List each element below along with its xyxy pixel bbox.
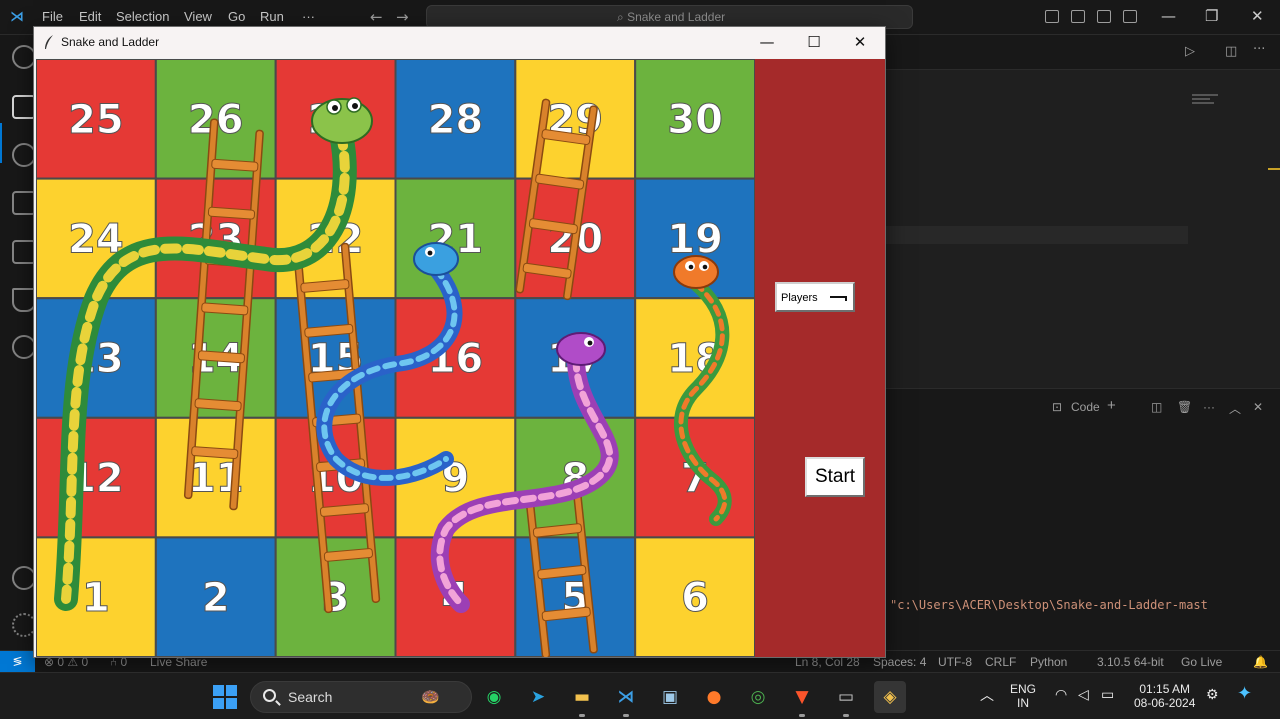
new-terminal-icon[interactable]: + <box>1107 397 1116 414</box>
close-panel-icon[interactable]: ✕ <box>1253 400 1263 414</box>
search-icon <box>263 689 276 702</box>
game-titlebar[interactable]: Snake and Ladder — ☐ ✕ <box>34 27 885 58</box>
vscode-minimize-icon[interactable]: — <box>1161 7 1176 25</box>
remote-indicator-icon[interactable]: ≶ <box>0 651 35 673</box>
vscode-restore-icon[interactable]: ❐ <box>1205 7 1218 25</box>
close-icon[interactable]: ✕ <box>840 31 880 53</box>
encoding-status[interactable]: UTF-8 <box>938 655 972 669</box>
windows-taskbar: Search 🍩 ◉ ➤ ▬ ⋊ ▣ ● ◎ ▼ ▭ ◈ ︿ ENG IN ◠ … <box>0 672 1280 719</box>
editor-area[interactable] <box>885 35 1280 388</box>
terminal-output-line: "c:\Users\ACER\Desktop\Snake-and-Ladder-… <box>890 598 1208 612</box>
menu-edit[interactable]: Edit <box>79 9 101 24</box>
forward-arrow-icon[interactable]: → <box>396 8 409 26</box>
wifi-icon[interactable]: ◠ <box>1055 686 1067 703</box>
menu-run[interactable]: Run <box>260 9 284 24</box>
menu-selection[interactable]: Selection <box>116 9 169 24</box>
language-indicator[interactable]: ENG IN <box>1010 682 1036 710</box>
taskbar-search[interactable]: Search 🍩 <box>250 681 472 713</box>
option-menu-indicator-icon <box>830 296 847 301</box>
vscode-logo-icon: ⋊ <box>10 9 24 25</box>
kill-terminal-icon[interactable]: 🗑 <box>1177 400 1192 414</box>
eol-status[interactable]: CRLF <box>985 655 1016 669</box>
maximize-icon[interactable]: ☐ <box>794 31 834 53</box>
run-python-icon[interactable]: ▷ <box>1185 44 1195 59</box>
current-line-highlight <box>885 226 1188 244</box>
minimap[interactable] <box>1192 92 1222 106</box>
game-window-title: Snake and Ladder <box>61 35 160 49</box>
photos-icon[interactable]: ▣ <box>654 681 686 713</box>
board-cell-number: 28 <box>428 97 484 143</box>
scrollbar-marker <box>1268 168 1280 170</box>
game-window: Snake and Ladder — ☐ ✕ 25262728293024232… <box>33 26 886 658</box>
file-explorer-icon[interactable]: ▬ <box>566 681 598 717</box>
python-tk-taskbar-icon[interactable]: ◈ <box>874 681 906 713</box>
split-terminal-icon[interactable]: ◫ <box>1151 400 1162 414</box>
board-cell-number: 2 <box>202 575 230 621</box>
menu-more[interactable]: ··· <box>302 9 315 24</box>
interpreter-status[interactable]: 3.10.5 64-bit <box>1097 655 1164 669</box>
menu-go[interactable]: Go <box>228 9 245 24</box>
telegram-icon[interactable]: ➤ <box>522 681 554 713</box>
start-button[interactable]: Start <box>805 457 865 497</box>
show-hidden-icons-icon[interactable]: ︿ <box>980 685 994 705</box>
chrome-icon[interactable]: ◎ <box>742 681 774 713</box>
menu-file[interactable]: File <box>42 9 63 24</box>
players-label: Players <box>781 292 818 304</box>
vscode-taskbar-icon[interactable]: ⋊ <box>610 681 642 717</box>
command-center-label: ⌕ Snake and Ladder <box>617 10 726 24</box>
clock-date: 08-06-2024 <box>1134 696 1196 710</box>
region-code: IN <box>1017 696 1029 710</box>
board-cell-number: 25 <box>68 97 124 143</box>
tk-feather-icon <box>45 35 53 49</box>
go-live-status[interactable]: Go Live <box>1181 655 1222 669</box>
players-menu-button[interactable]: Players <box>775 282 855 312</box>
notification-icon[interactable]: ⚙ <box>1206 686 1219 703</box>
board-svg: 2526272829302423222120191314151617181211… <box>36 59 755 657</box>
editor-tab-bar: ▷ ◫ ··· <box>885 35 1280 70</box>
clock[interactable]: 01:15 AM 08-06-2024 <box>1134 682 1195 710</box>
whatsapp-icon[interactable]: ◉ <box>478 681 510 713</box>
language-mode-status[interactable]: Python <box>1030 655 1067 669</box>
terminal-profile-label[interactable]: Code <box>1071 400 1100 414</box>
menu-view[interactable]: View <box>184 9 212 24</box>
active-indicator <box>0 123 2 163</box>
notifications-bell-icon[interactable]: 🔔 <box>1253 655 1268 669</box>
brave-icon[interactable]: ▼ <box>786 681 818 717</box>
toggle-secondary-sidebar-icon[interactable] <box>1097 10 1111 23</box>
clock-time: 01:15 AM <box>1139 682 1191 696</box>
terminal-taskbar-icon[interactable]: ▭ <box>830 681 862 717</box>
search-highlight-icon: 🍩 <box>421 688 440 706</box>
command-center-title: Snake and Ladder <box>627 10 726 24</box>
windows-start-icon[interactable] <box>213 685 237 709</box>
copilot-icon[interactable]: ✦ <box>1237 683 1252 704</box>
back-arrow-icon[interactable]: ← <box>370 8 383 26</box>
game-canvas: 2526272829302423222120191314151617181211… <box>36 59 885 657</box>
terminal-icon: ⊡ <box>1052 400 1063 414</box>
board-cell-number: 1 <box>82 575 110 621</box>
volume-icon[interactable]: ◁ <box>1078 686 1089 703</box>
toggle-panel-icon[interactable] <box>1071 10 1085 23</box>
more-actions-icon[interactable]: ··· <box>1253 42 1265 57</box>
language-code: ENG <box>1010 682 1037 696</box>
minimize-icon[interactable]: — <box>747 31 787 53</box>
game-board: 2526272829302423222120191314151617181211… <box>36 59 755 657</box>
panel-more-icon[interactable]: ··· <box>1203 400 1215 414</box>
terminal-panel: ⊡ Code + ◫ 🗑 ··· ︿ ✕ "c:\Users\ACER\Desk… <box>885 388 1280 650</box>
battery-icon[interactable]: ▭ <box>1101 686 1114 703</box>
search-placeholder: Search <box>288 689 333 705</box>
board-cell-number: 30 <box>667 97 723 143</box>
board-cell-number: 6 <box>681 575 709 621</box>
customize-layout-icon[interactable] <box>1123 10 1137 23</box>
firefox-icon[interactable]: ● <box>698 681 730 713</box>
vscode-close-icon[interactable]: ✕ <box>1251 7 1264 25</box>
toggle-sidebar-icon[interactable] <box>1045 10 1059 23</box>
split-editor-icon[interactable]: ◫ <box>1225 44 1237 59</box>
maximize-panel-icon[interactable]: ︿ <box>1229 400 1241 417</box>
